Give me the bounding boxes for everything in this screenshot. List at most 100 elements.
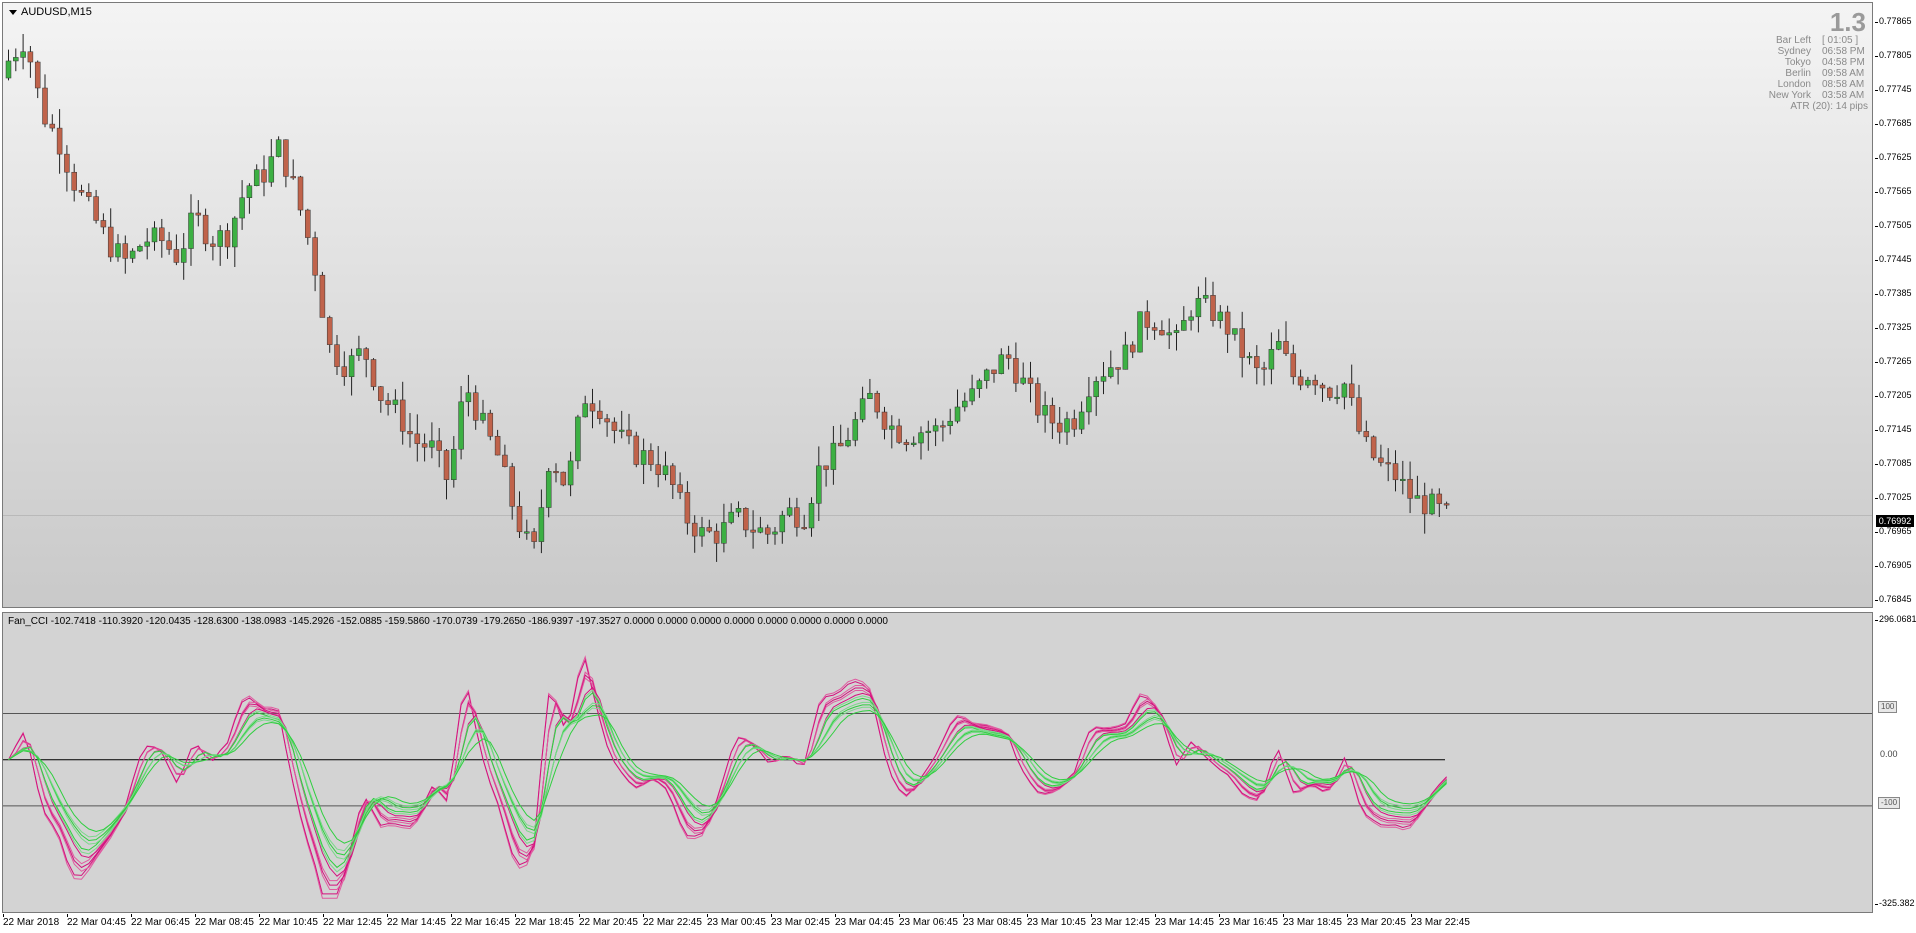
price-chart-pane[interactable]: AUDUSD,M15 1.3 Bar Left [ 01:05 ] Sydney 06… [2,2,1873,608]
time-tick: 23 Mar 20:45 [1347,914,1406,928]
session-value: [ 01:05 ] [1822,35,1859,46]
session-row: Berlin 09:58 AM [1743,68,1870,79]
candle [180,233,187,280]
candle [392,389,399,414]
candle [589,388,596,429]
candle [1385,448,1391,482]
price-tick: 0.77865 [1875,16,1912,26]
indicator-bottom-value: -325.382 [1875,898,1915,908]
time-tick: 22 Mar 08:45 [195,914,254,928]
candle [983,368,990,389]
candle [1348,364,1355,406]
candle [1159,320,1165,336]
candle [655,445,661,488]
fan-cci-chart[interactable] [3,613,1873,913]
time-tick: 22 Mar 10:45 [259,914,318,928]
symbol-label: AUDUSD,M15 [21,6,92,18]
time-tick: 22 Mar 14:45 [387,914,446,928]
indicator-pane[interactable]: Fan_CCI -102.7418 -110.3920 -120.0435 -1… [2,612,1873,913]
session-label: New York [1768,90,1811,101]
candle [151,221,158,251]
chevron-down-icon[interactable] [9,9,17,15]
time-tick: 22 Mar 22:45 [643,914,702,928]
candle [772,527,778,545]
session-row: Sydney 06:58 PM [1743,46,1870,57]
price-tick: 0.76905 [1875,560,1912,570]
candle [524,519,530,540]
time-tick: 23 Mar 18:45 [1283,914,1342,928]
candle [100,213,107,235]
candle [1027,361,1034,403]
chart-title: AUDUSD,M15 [9,6,92,18]
candle [465,374,472,417]
candle [1210,281,1216,327]
candle [516,491,523,538]
candle [728,503,734,525]
indicator-axis[interactable]: 296.0681 -325.382 [1875,612,1916,913]
level-zero-label: 0.00 [1880,749,1898,759]
session-label: London [1777,79,1811,90]
price-tick: 0.77625 [1875,152,1912,162]
candle [881,406,888,440]
price-tick: 0.76965 [1875,526,1912,536]
candle [1078,401,1085,435]
time-tick: 23 Mar 02:45 [771,914,830,928]
candle [1246,352,1253,365]
candle [283,139,289,188]
candle [721,503,727,553]
candle [502,444,508,468]
candle [1261,361,1267,386]
candle [1297,369,1304,391]
candle [494,429,501,456]
candle [1407,461,1413,514]
candle [743,507,749,538]
candle [969,374,975,406]
cci-fan-line [8,692,1447,869]
candle [1378,444,1384,467]
candle [49,114,56,132]
candle [305,208,311,245]
candle [560,471,567,487]
candle [1254,345,1260,385]
time-axis[interactable]: 22 Mar 2018 22 Mar 04:45 22 Mar 06:45 22 Ma… [0,914,1916,933]
price-tick: 0.77145 [1875,424,1912,434]
indicator-top-value: 296.0681 [1875,614,1916,624]
candle [575,414,581,470]
candle [356,335,362,361]
time-tick: 22 Mar 16:45 [451,914,510,928]
candle [451,436,457,488]
candle [648,443,654,472]
candle [845,427,851,448]
candle [786,497,793,518]
candle [27,45,34,78]
candle [1049,397,1056,440]
candle [399,381,406,445]
candle [268,139,275,187]
candle [794,497,800,537]
candle [779,510,786,544]
price-tick: 0.77565 [1875,186,1912,196]
time-tick: 23 Mar 06:45 [899,914,958,928]
cci-fan-line [8,674,1447,886]
price-tick: 0.77505 [1875,220,1912,230]
candle [1115,367,1121,385]
candle [1421,482,1428,534]
price-tick: 0.77025 [1875,492,1912,502]
candle [750,510,756,549]
candle [611,417,618,444]
candle [13,48,19,72]
candle [1108,350,1114,379]
price-tick: 0.77325 [1875,322,1912,332]
time-tick: 23 Mar 14:45 [1155,914,1214,928]
candle [1166,318,1172,350]
time-tick: 23 Mar 16:45 [1219,914,1278,928]
candle [421,433,428,462]
candle [670,463,676,500]
candle [64,145,70,192]
candle [56,109,63,174]
candle [86,183,92,202]
candlestick-chart[interactable] [3,3,1873,608]
candle [1042,391,1048,433]
candle [1392,450,1399,492]
candle [823,465,829,487]
